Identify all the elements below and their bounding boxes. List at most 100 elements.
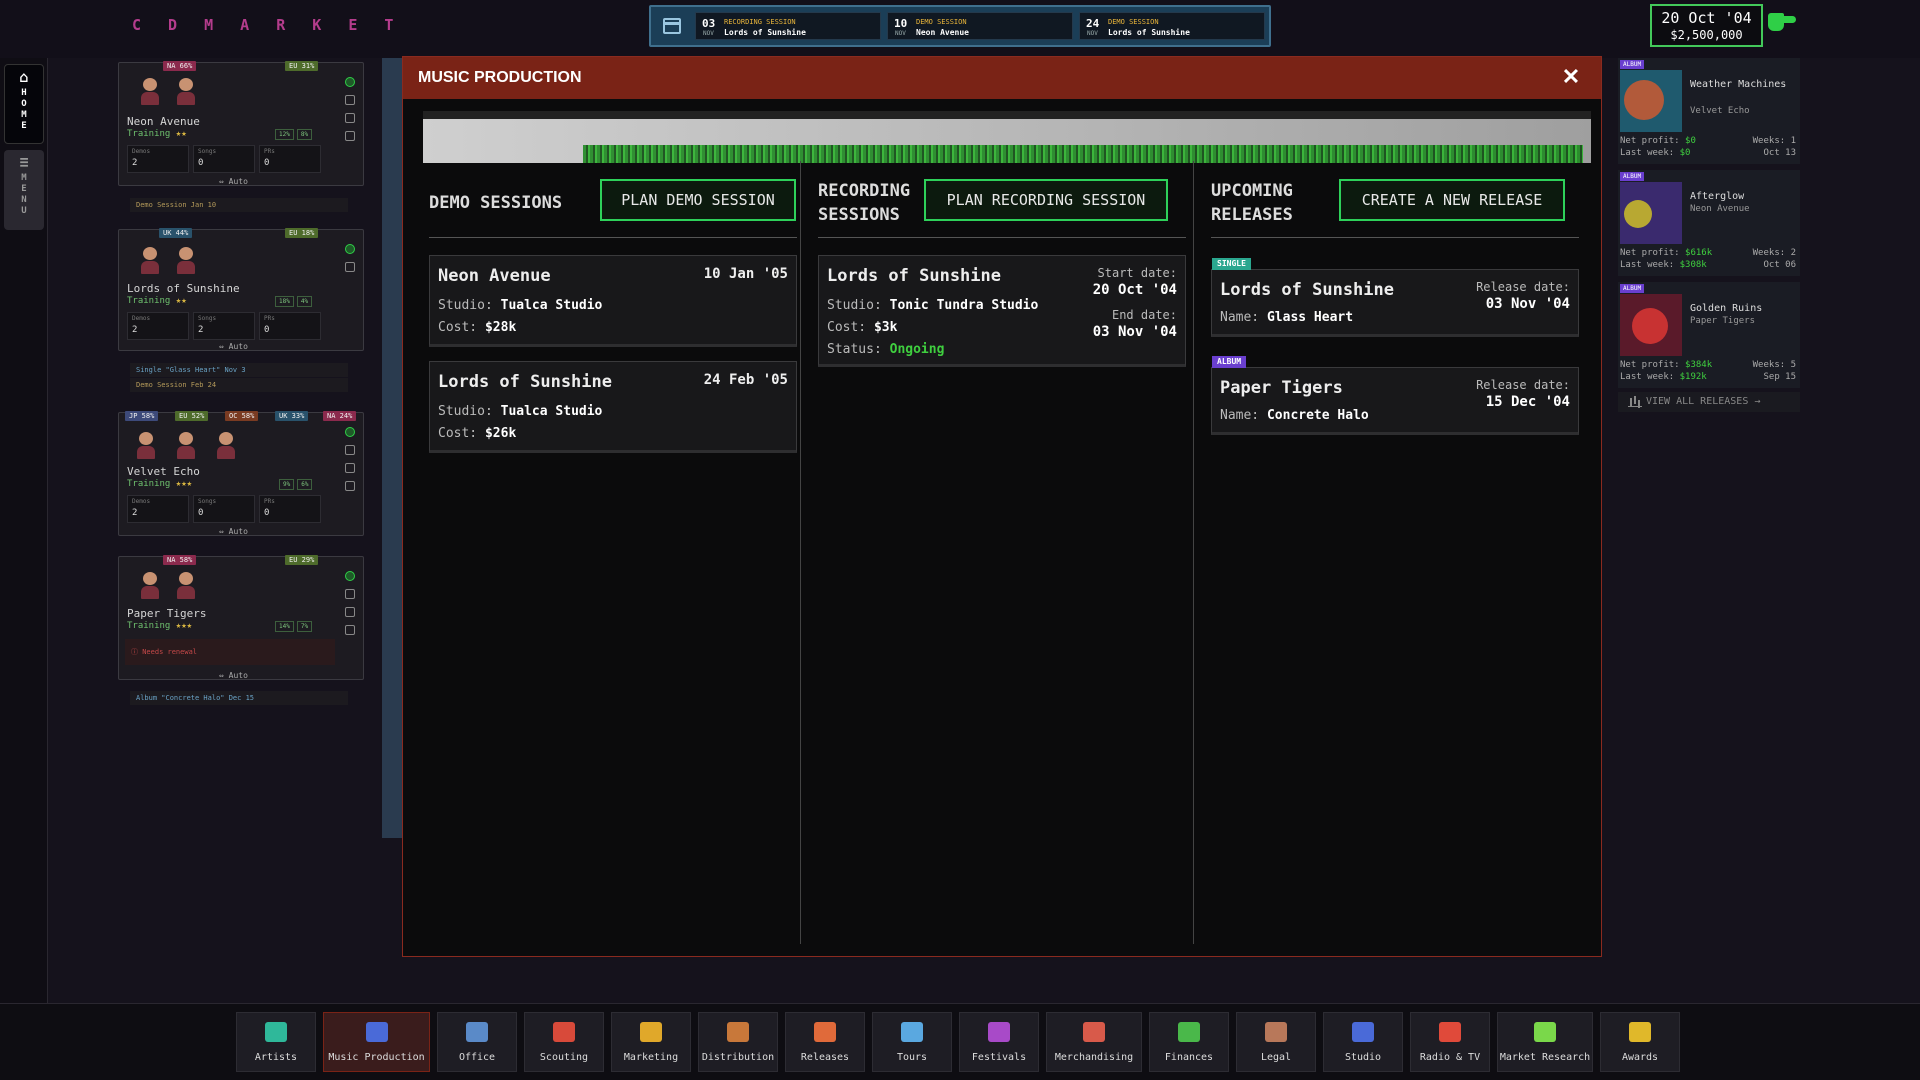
distribution-icon xyxy=(727,1022,749,1042)
nav-festivals[interactable]: Festivals xyxy=(959,1012,1039,1072)
menu-tab[interactable]: ≡ MENU xyxy=(4,150,44,230)
music-production-icon xyxy=(365,1022,388,1042)
nav-merchandising[interactable]: Merchandising xyxy=(1046,1012,1142,1072)
card-artist: Paper Tigers xyxy=(1220,378,1343,398)
contract-warning[interactable]: ⓘ Needs renewal xyxy=(125,639,335,665)
artist-status: Training ★★ xyxy=(127,129,187,139)
artist-card-lords-of-sunshine[interactable]: UK 44% EU 18% Lords of Sunshine Training… xyxy=(118,228,364,351)
recording-session-card[interactable]: Lords of Sunshine Studio: Tonic Tundra S… xyxy=(818,255,1186,367)
tag-icon[interactable] xyxy=(345,607,355,617)
release-title: Afterglow xyxy=(1690,191,1745,202)
nav-studio[interactable]: Studio xyxy=(1323,1012,1403,1072)
release-artist: Velvet Echo xyxy=(1690,106,1750,116)
calendar-icon[interactable] xyxy=(663,18,681,34)
release-date: 15 Dec '04 xyxy=(1485,394,1570,410)
nav-label: Market Research xyxy=(1499,1052,1591,1063)
upcoming-release-card[interactable]: ALBUM Paper Tigers Name: Concrete Halo R… xyxy=(1211,356,1579,435)
artist-portrait xyxy=(175,75,197,105)
tag-icon[interactable] xyxy=(345,463,355,473)
create-new-release-button[interactable]: CREATE A NEW RELEASE xyxy=(1339,179,1565,221)
shirt-icon[interactable] xyxy=(345,131,355,141)
release-card[interactable]: ALBUM Weather Machines Velvet Echo Net p… xyxy=(1618,58,1800,164)
left-sidebar: ⌂ HOME ≡ MENU xyxy=(0,58,48,1003)
nav-awards[interactable]: Awards xyxy=(1600,1012,1680,1072)
nav-label: Radio & TV xyxy=(1419,1052,1481,1063)
shirt-icon[interactable] xyxy=(345,625,355,635)
festivals-icon xyxy=(988,1022,1010,1042)
nav-tours[interactable]: Tours xyxy=(872,1012,952,1072)
nav-buttons: Artists Music Production Office Scouting Mar… xyxy=(236,1012,1680,1072)
region-badge: NA 24% xyxy=(323,411,357,421)
auto-toggle[interactable]: ⇔ Auto xyxy=(219,527,248,536)
upcoming-release-card[interactable]: SINGLE Lords of Sunshine Name: Glass Hea… xyxy=(1211,258,1579,337)
nav-market-research[interactable]: Market Research xyxy=(1497,1012,1593,1072)
artist-stats: 18% 4% xyxy=(275,296,313,307)
artist-stats: 9% 6% xyxy=(279,479,313,490)
nav-artists[interactable]: Artists xyxy=(236,1012,316,1072)
artist-note: Demo Session Feb 24 xyxy=(130,378,348,392)
plan-demo-session-button[interactable]: PLAN DEMO SESSION xyxy=(600,179,796,221)
artist-card-velvet-echo[interactable]: JP 58% EU 52% OC 58% UK 33% NA 24% Velve… xyxy=(118,411,364,536)
auto-toggle[interactable]: ⇔ Auto xyxy=(219,177,248,186)
menu-tab-label: MENU xyxy=(21,173,27,216)
calendar-icon[interactable] xyxy=(345,445,355,455)
nav-legal[interactable]: Legal xyxy=(1236,1012,1316,1072)
prs-count: 0 xyxy=(264,158,270,168)
nav-scouting[interactable]: Scouting xyxy=(524,1012,604,1072)
last-week: Last week: $308k xyxy=(1620,260,1707,270)
top-bar: C D M A R K E T 03 NOV RECORDING SESSION… xyxy=(0,0,1920,58)
close-icon[interactable]: ✕ xyxy=(1557,63,1585,91)
advance-time-hand-icon[interactable] xyxy=(1768,9,1798,33)
artist-portrait xyxy=(139,244,161,274)
home-tab[interactable]: ⌂ HOME xyxy=(4,64,44,144)
songs-count: 2 xyxy=(198,325,204,335)
nav-office[interactable]: Office xyxy=(437,1012,517,1072)
nav-label: Tours xyxy=(896,1052,928,1063)
nav-distribution[interactable]: Distribution xyxy=(698,1012,778,1072)
demo-session-card[interactable]: Neon Avenue 10 Jan '05 Studio: Tualca St… xyxy=(429,255,797,347)
nav-finances[interactable]: Finances xyxy=(1149,1012,1229,1072)
album-cover xyxy=(1620,182,1682,244)
awards-icon xyxy=(1629,1022,1651,1042)
artist-name: Neon Avenue xyxy=(127,115,200,128)
shirt-icon[interactable] xyxy=(345,481,355,491)
plan-recording-session-button[interactable]: PLAN RECORDING SESSION xyxy=(924,179,1168,221)
nav-label: Finances xyxy=(1164,1052,1214,1063)
nav-label: Releases xyxy=(800,1052,850,1063)
event-item[interactable]: 24 NOV DEMO SESSION Lords of Sunshine xyxy=(1079,12,1265,40)
artist-card-neon-avenue[interactable]: NA 66% EU 31% Neon Avenue Training ★★ 12… xyxy=(118,61,364,186)
auto-toggle[interactable]: ⇔ Auto xyxy=(219,342,248,351)
event-artist: Lords of Sunshine xyxy=(1108,28,1190,37)
artist-card-paper-tigers[interactable]: NA 58% EU 29% Paper Tigers Training ★★★ … xyxy=(118,555,364,680)
calendar-icon[interactable] xyxy=(345,95,355,105)
nav-music-production[interactable]: Music Production xyxy=(323,1012,430,1072)
tag-icon[interactable] xyxy=(345,113,355,123)
event-artist: Neon Avenue xyxy=(916,28,969,37)
end-date-label: End date: xyxy=(1111,308,1177,322)
mood-icon xyxy=(345,77,355,87)
nav-label: Scouting xyxy=(539,1052,589,1063)
nav-marketing[interactable]: Marketing xyxy=(611,1012,691,1072)
release-card[interactable]: ALBUM Afterglow Neon Avenue Net profit: … xyxy=(1618,170,1800,276)
calendar-icon[interactable] xyxy=(345,589,355,599)
nav-label: Merchandising xyxy=(1054,1052,1134,1063)
nav-radio-tv[interactable]: Radio & TV xyxy=(1410,1012,1490,1072)
upcoming-events-strip: 03 NOV RECORDING SESSION Lords of Sunshi… xyxy=(649,5,1271,47)
nav-releases[interactable]: Releases xyxy=(785,1012,865,1072)
calendar-icon[interactable] xyxy=(345,262,355,272)
recording-sessions-column: RECORDING SESSIONS PLAN RECORDING SESSION… xyxy=(802,161,1194,944)
release-artist: Neon Avenue xyxy=(1690,204,1750,214)
demo-session-card[interactable]: Lords of Sunshine 24 Feb '05 Studio: Tua… xyxy=(429,361,797,453)
nav-label: Distribution xyxy=(701,1052,775,1063)
view-all-releases-button[interactable]: VIEW ALL RELEASES → xyxy=(1618,392,1800,412)
auto-toggle[interactable]: ⇔ Auto xyxy=(219,671,248,680)
stat-b: 8% xyxy=(296,129,313,140)
release-card[interactable]: ALBUM Golden Ruins Paper Tigers Net prof… xyxy=(1618,282,1800,388)
release-date: Oct 13 xyxy=(1763,148,1796,158)
event-item[interactable]: 10 NOV DEMO SESSION Neon Avenue xyxy=(887,12,1073,40)
net-profit: Net profit: $384k xyxy=(1620,360,1713,370)
event-item[interactable]: 03 NOV RECORDING SESSION Lords of Sunshi… xyxy=(695,12,881,40)
artist-portrait xyxy=(135,429,157,459)
card-date: 24 Feb '05 xyxy=(703,372,788,388)
artist-portrait xyxy=(175,569,197,599)
